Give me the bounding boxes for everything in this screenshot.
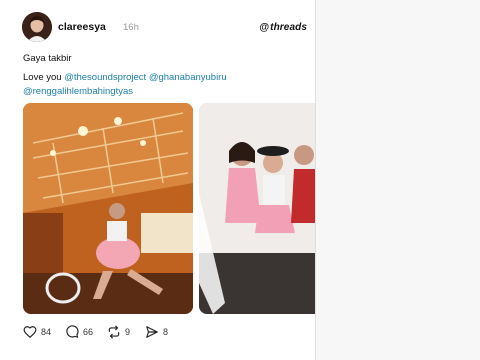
threads-icon: @ xyxy=(259,22,270,33)
heart-icon xyxy=(23,326,37,339)
repost-icon xyxy=(108,325,120,339)
post-header: clareesya 16h @threads xyxy=(22,12,307,44)
comment-icon xyxy=(66,325,79,338)
caption-line: Gaya takbir xyxy=(23,53,72,64)
mention-link[interactable]: @ghanabanyubiru xyxy=(149,72,227,83)
mention-link[interactable]: @thesoundsproject xyxy=(64,72,146,83)
post-time: 16h xyxy=(123,22,139,33)
username[interactable]: clareesya xyxy=(58,21,106,33)
like-button[interactable]: 84 xyxy=(23,322,51,342)
mention-link[interactable]: @renggalihlembahingtyas xyxy=(23,86,133,97)
avatar[interactable] xyxy=(22,12,52,42)
caption-text: Love you xyxy=(23,72,62,83)
threads-logo[interactable]: @threads xyxy=(259,22,307,33)
repost-button[interactable]: 9 xyxy=(107,322,130,342)
reply-count: 66 xyxy=(83,327,94,337)
caption-line: @renggalihlembahingtyas xyxy=(23,86,133,97)
like-count: 84 xyxy=(41,327,52,337)
photo-concert-stage[interactable] xyxy=(23,103,193,314)
reply-button[interactable]: 66 xyxy=(65,322,93,342)
share-button[interactable]: 8 xyxy=(145,322,168,342)
send-icon xyxy=(146,326,158,338)
threads-post-card: clareesya 16h @threads Gaya takbir Love … xyxy=(0,0,316,360)
brand-name: threads xyxy=(270,22,307,33)
share-count: 8 xyxy=(163,327,169,337)
repost-count: 9 xyxy=(125,327,131,337)
caption-line: Love you @thesoundsproject @ghanabanyubi… xyxy=(23,72,227,83)
photo-group-selfie[interactable] xyxy=(199,103,315,314)
